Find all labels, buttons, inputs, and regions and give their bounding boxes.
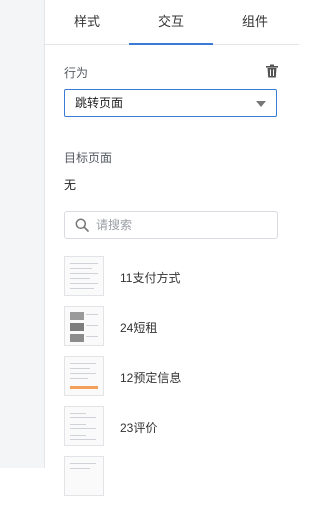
behavior-select[interactable]: 跳转页面 bbox=[64, 89, 277, 117]
page-item-11[interactable]: 11支付方式 bbox=[64, 256, 284, 306]
behavior-select-value: 跳转页面 bbox=[75, 96, 124, 110]
page-search-input[interactable] bbox=[96, 215, 266, 235]
behavior-label: 行为 bbox=[64, 66, 89, 80]
page-list: 11支付方式 24短租 12预定信息 23评价 bbox=[64, 256, 284, 506]
page-thumbnail bbox=[64, 356, 104, 396]
active-tab-indicator bbox=[129, 43, 213, 45]
target-page-label: 目标页面 bbox=[64, 151, 113, 165]
page-item-partial[interactable] bbox=[64, 456, 284, 506]
page-item-name: 23评价 bbox=[120, 421, 158, 435]
panel-tabs: 样式 交互 组件 bbox=[45, 0, 299, 45]
tab-style[interactable]: 样式 bbox=[45, 0, 129, 44]
page-search-box[interactable] bbox=[64, 211, 278, 239]
page-item-24[interactable]: 24短租 bbox=[64, 306, 284, 356]
page-thumbnail bbox=[64, 256, 104, 296]
tab-interaction[interactable]: 交互 bbox=[129, 0, 213, 44]
page-item-name: 12预定信息 bbox=[120, 371, 182, 385]
target-page-value: 无 bbox=[64, 178, 77, 192]
page-item-23[interactable]: 23评价 bbox=[64, 406, 284, 456]
tab-components[interactable]: 组件 bbox=[213, 0, 297, 44]
trash-icon[interactable] bbox=[264, 63, 280, 79]
properties-panel: 样式 交互 组件 行为 跳转页面 目标页面 无 请搜索 11支付方式 24短租 … bbox=[45, 0, 299, 496]
page-item-name: 11支付方式 bbox=[120, 271, 181, 285]
page-item-name: 24短租 bbox=[120, 321, 158, 335]
chevron-down-icon bbox=[256, 101, 266, 107]
page-thumbnail bbox=[64, 406, 104, 446]
page-item-12[interactable]: 12预定信息 bbox=[64, 356, 284, 406]
left-canvas-gutter bbox=[0, 0, 45, 468]
page-thumbnail bbox=[64, 456, 104, 496]
page-thumbnail bbox=[64, 306, 104, 346]
search-icon bbox=[75, 218, 89, 232]
